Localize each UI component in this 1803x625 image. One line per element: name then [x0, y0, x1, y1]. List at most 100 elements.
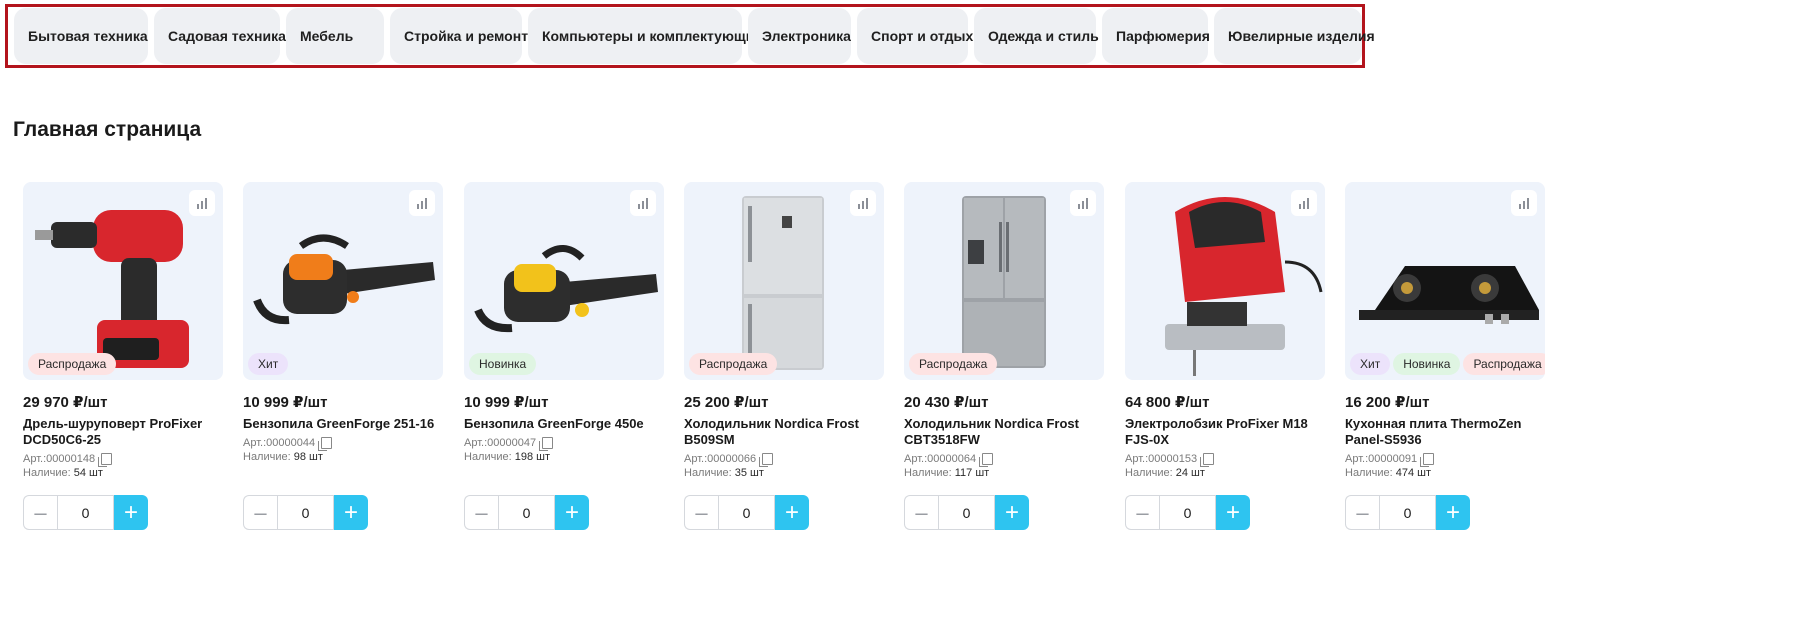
decrease-button[interactable]: –: [464, 495, 498, 530]
copy-icon[interactable]: [318, 436, 333, 451]
compare-icon[interactable]: [189, 190, 215, 216]
increase-button[interactable]: +: [775, 495, 809, 530]
stock-value: 117 шт: [954, 467, 990, 479]
increase-button[interactable]: +: [555, 495, 589, 530]
product-name[interactable]: Бензопила GreenForge 251-16: [243, 416, 443, 432]
quantity-input[interactable]: [938, 495, 995, 530]
compare-icon[interactable]: [630, 190, 656, 216]
stock-label: Наличие:: [1125, 467, 1173, 479]
product-stock: Наличие: 54 шт: [23, 467, 228, 484]
product-name[interactable]: Кухонная плита ThermoZen Panel-S5936: [1345, 416, 1545, 448]
stock-value: 24 шт: [1175, 467, 1205, 479]
product-name[interactable]: Бензопила GreenForge 450e: [464, 416, 664, 432]
increase-button[interactable]: +: [334, 495, 368, 530]
article-label: Арт.:: [464, 436, 488, 449]
quantity-stepper: – +: [1125, 495, 1250, 530]
increase-button[interactable]: +: [1436, 495, 1470, 530]
category-tab[interactable]: Бытовая техника: [14, 8, 148, 64]
product-card[interactable]: Распродажа 20 430 ₽/шт Холодильник Nordi…: [904, 182, 1109, 532]
stock-label: Наличие:: [243, 451, 291, 463]
decrease-button[interactable]: –: [1125, 495, 1159, 530]
category-tab[interactable]: Садовая техника: [154, 8, 286, 64]
product-image[interactable]: Распродажа: [23, 182, 223, 380]
product-stock: Наличие: 474 шт: [1345, 467, 1550, 484]
article-value: 00000047: [487, 436, 537, 449]
copy-icon[interactable]: [1420, 452, 1435, 467]
decrease-button[interactable]: –: [1345, 495, 1379, 530]
article-label: Арт.:: [904, 452, 928, 465]
stock-value: 98 шт: [293, 451, 323, 463]
article-value: 00000064: [927, 452, 977, 465]
product-name[interactable]: Дрель-шуруповерт ProFixer DCD50C6-25: [23, 416, 223, 448]
category-tab[interactable]: Электроника: [748, 8, 851, 64]
quantity-stepper: – +: [1345, 495, 1470, 530]
product-article: Арт.: 00000153: [1125, 450, 1330, 467]
product-card[interactable]: Распродажа 29 970 ₽/шт Дрель-шуруповерт …: [23, 182, 228, 532]
copy-icon[interactable]: [979, 452, 994, 467]
decrease-button[interactable]: –: [243, 495, 277, 530]
article-value: 00000153: [1148, 452, 1198, 465]
quantity-input[interactable]: [277, 495, 334, 530]
badge-распродажа: Распродажа: [28, 353, 117, 375]
increase-button[interactable]: +: [995, 495, 1029, 530]
copy-icon[interactable]: [1200, 452, 1215, 467]
stock-label: Наличие:: [904, 467, 952, 479]
decrease-button[interactable]: –: [904, 495, 938, 530]
category-tab[interactable]: Мебель: [286, 8, 384, 64]
product-image[interactable]: [1125, 182, 1325, 380]
product-image[interactable]: Распродажа: [904, 182, 1104, 380]
product-article: Арт.: 00000047: [464, 434, 669, 451]
compare-icon[interactable]: [409, 190, 435, 216]
article-value: 00000044: [266, 436, 316, 449]
product-price: 10 999 ₽/шт: [464, 394, 549, 411]
decrease-button[interactable]: –: [684, 495, 718, 530]
article-value: 00000066: [707, 452, 757, 465]
product-price: 20 430 ₽/шт: [904, 394, 989, 411]
category-tab[interactable]: Парфюмерия: [1102, 8, 1210, 64]
copy-icon[interactable]: [539, 436, 554, 451]
increase-button[interactable]: +: [1216, 495, 1250, 530]
quantity-stepper: – +: [904, 495, 1029, 530]
stock-value: 54 шт: [73, 467, 103, 479]
quantity-input[interactable]: [718, 495, 775, 530]
quantity-stepper: – +: [464, 495, 589, 530]
product-image[interactable]: Новинка: [464, 182, 664, 380]
product-card[interactable]: Хит Новинка Распродажа 16 200 ₽/шт Кухонна…: [1345, 182, 1550, 532]
product-card[interactable]: Распродажа 25 200 ₽/шт Холодильник Nordi…: [684, 182, 889, 532]
compare-icon[interactable]: [1070, 190, 1096, 216]
product-name[interactable]: Холодильник Nordica Frost CBT3518FW: [904, 416, 1104, 448]
compare-icon[interactable]: [1291, 190, 1317, 216]
compare-icon[interactable]: [1511, 190, 1537, 216]
product-name[interactable]: Холодильник Nordica Frost B509SM: [684, 416, 884, 448]
product-article: Арт.: 00000064: [904, 450, 1109, 467]
product-image[interactable]: Хит: [243, 182, 443, 380]
stock-value: 35 шт: [734, 467, 764, 479]
product-name[interactable]: Электролобзик ProFixer M18 FJS-0X: [1125, 416, 1325, 448]
compare-icon[interactable]: [850, 190, 876, 216]
category-tab[interactable]: Стройка и ремонт: [390, 8, 528, 64]
product-price: 16 200 ₽/шт: [1345, 394, 1430, 411]
quantity-input[interactable]: [1379, 495, 1436, 530]
product-image[interactable]: Хит Новинка Распродажа: [1345, 182, 1545, 380]
category-tab[interactable]: Компьютеры и комплектующие: [528, 8, 762, 64]
quantity-input[interactable]: [57, 495, 114, 530]
category-tab[interactable]: Ювелирные изделия: [1214, 8, 1375, 64]
quantity-input[interactable]: [1159, 495, 1216, 530]
copy-icon[interactable]: [759, 452, 774, 467]
quantity-input[interactable]: [498, 495, 555, 530]
product-image[interactable]: Распродажа: [684, 182, 884, 380]
product-stock: Наличие: 98 шт: [243, 451, 448, 468]
increase-button[interactable]: +: [114, 495, 148, 530]
decrease-button[interactable]: –: [23, 495, 57, 530]
product-article: Арт.: 00000091: [1345, 450, 1550, 467]
product-article: Арт.: 00000066: [684, 450, 889, 467]
product-stock: Наличие: 24 шт: [1125, 467, 1330, 484]
product-card[interactable]: Новинка 10 999 ₽/шт Бензопила GreenForge…: [464, 182, 669, 532]
category-tab[interactable]: Одежда и стиль: [974, 8, 1099, 64]
stock-value: 474 шт: [1395, 467, 1432, 479]
product-card[interactable]: Хит 10 999 ₽/шт Бензопила GreenForge 251…: [243, 182, 448, 532]
copy-icon[interactable]: [98, 452, 113, 467]
badge-хит: Хит: [248, 353, 289, 375]
product-card[interactable]: 64 800 ₽/шт Электролобзик ProFixer M18 F…: [1125, 182, 1330, 532]
category-tab[interactable]: Спорт и отдых: [857, 8, 973, 64]
